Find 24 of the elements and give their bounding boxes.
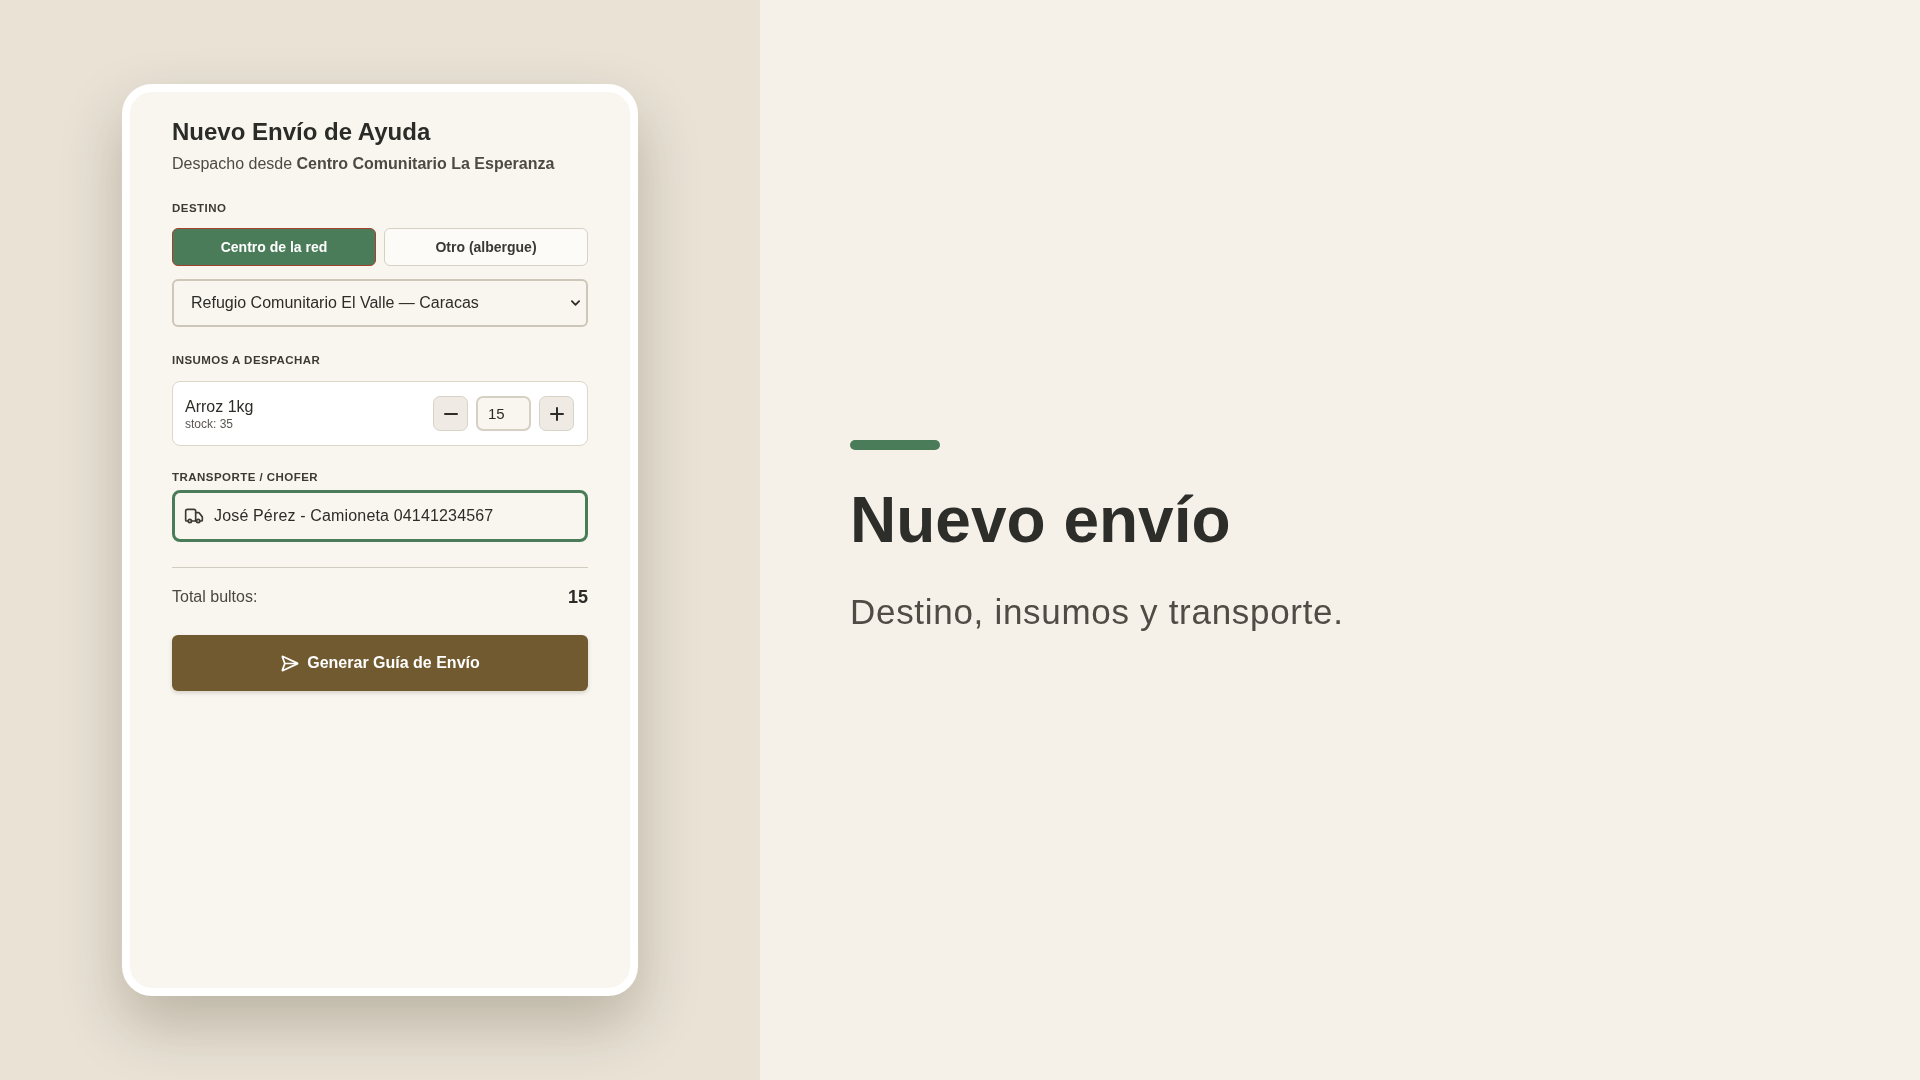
decrease-button[interactable] [433, 396, 468, 431]
chevron-down-icon [571, 300, 580, 306]
truck-icon [184, 506, 204, 526]
section-label: TRANSPORTE / CHOFER [172, 470, 319, 485]
driver-input-field[interactable]: José Pérez - Camioneta 04141234567 [172, 490, 588, 542]
section-label: INSUMOS A DESPACHAR [172, 353, 321, 368]
increase-button[interactable] [539, 396, 574, 431]
supply-stock: stock: 35 [185, 416, 234, 431]
plus-icon [549, 406, 564, 421]
total-label: Total bultos: [172, 587, 258, 607]
hero-subtitle: Destino, insumos y transporte. [850, 592, 1344, 632]
destination-toggle[interactable]: Otro (albergue) [384, 228, 588, 266]
form-title: Nuevo Envío de Ayuda [172, 118, 431, 146]
total-value: 15 [567, 585, 588, 609]
destination-select[interactable]: Refugio Comunitario El Valle — Caracas [172, 279, 588, 327]
destination-toggle[interactable]: Centro de la red [172, 228, 376, 266]
hero-title: Nuevo envío [850, 488, 1231, 552]
section-label: DESTINO [172, 201, 227, 216]
form-subtitle: Despacho desde Centro Comunitario La Esperanza [172, 154, 555, 174]
quantity-input[interactable]: 15 [476, 396, 531, 431]
generate-guide-button[interactable]: Generar Guía de Envío [172, 635, 588, 691]
minus-icon [443, 412, 458, 415]
send-icon [280, 653, 300, 673]
supply-name: Arroz 1kg [185, 396, 254, 417]
